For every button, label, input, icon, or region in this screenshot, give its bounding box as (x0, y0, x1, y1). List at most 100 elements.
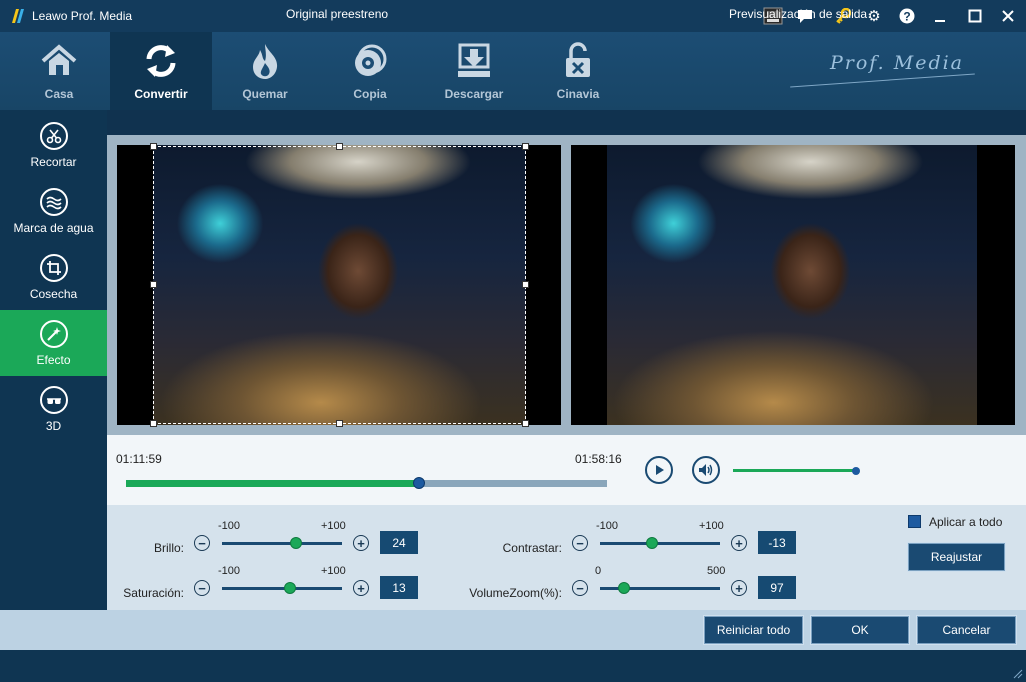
apply-to-all-label[interactable]: Aplicar a todo (929, 515, 1002, 529)
nav-casa[interactable]: Casa (8, 32, 110, 110)
volume-slider[interactable] (733, 469, 857, 472)
current-time: 01:11:59 (116, 452, 162, 466)
nav-convertir-label: Convertir (134, 87, 188, 101)
resize-grip-icon[interactable] (1013, 669, 1023, 679)
nav-convertir[interactable]: Convertir (110, 32, 212, 110)
app-logo-icon (12, 9, 24, 23)
original-preview-label: Original preestreno (286, 7, 389, 21)
brightness-label: Brillo: (153, 541, 184, 555)
apply-to-all-checkbox[interactable] (908, 515, 921, 528)
brightness-max: +100 (321, 520, 346, 532)
3d-glasses-icon (39, 385, 68, 414)
maximize-icon[interactable] (964, 6, 986, 26)
crop-handle[interactable] (150, 281, 157, 288)
nav-cinavia[interactable]: Cinavia (527, 32, 629, 110)
sidebar-item-label: Marca de agua (13, 220, 94, 235)
reset-all-button[interactable]: Reiniciar todo (704, 616, 803, 644)
watermark-icon (39, 187, 68, 216)
contrast-increase-button[interactable]: + (731, 535, 747, 551)
sidebar-item-label: Efecto (36, 352, 71, 367)
nav-descargar-label: Descargar (444, 87, 504, 101)
sidebar-item-recortar[interactable]: Recortar (0, 112, 107, 178)
home-icon (41, 44, 77, 75)
output-video-preview (571, 145, 1015, 425)
crop-selection-box[interactable] (153, 146, 526, 424)
volume-zoom-decrease-button[interactable]: − (572, 580, 588, 596)
brightness-slider[interactable] (222, 542, 342, 545)
app-title: Leawo Prof. Media (32, 9, 133, 23)
minimize-icon[interactable] (929, 6, 951, 26)
brightness-handle[interactable] (290, 537, 302, 549)
close-icon[interactable] (997, 6, 1019, 26)
output-preview-label: Previsualización de salida (729, 7, 868, 21)
sidebar-item-efecto[interactable]: Efecto (0, 310, 107, 376)
saturation-value[interactable]: 13 (380, 576, 418, 599)
sidebar-item-label: 3D (45, 418, 62, 433)
play-icon (656, 465, 664, 475)
contrast-decrease-button[interactable]: − (572, 535, 588, 551)
cancel-button[interactable]: Cancelar (917, 616, 1016, 644)
brightness-value[interactable]: 24 (380, 531, 418, 554)
nav-casa-label: Casa (44, 87, 74, 101)
sidebar-item-3d[interactable]: 3D (0, 376, 107, 442)
crop-handle[interactable] (522, 420, 529, 427)
timeline-area (107, 435, 1026, 505)
sidebar-item-cosecha[interactable]: Cosecha (0, 244, 107, 310)
saturation-handle[interactable] (284, 582, 296, 594)
reset-effect-button[interactable]: Reajustar (908, 543, 1005, 571)
saturation-min: -100 (218, 565, 241, 577)
saturation-slider[interactable] (222, 587, 342, 590)
saturation-decrease-button[interactable]: − (194, 580, 210, 596)
brightness-min: -100 (218, 520, 241, 532)
brightness-increase-button[interactable]: + (353, 535, 369, 551)
status-bar (0, 650, 1026, 682)
sidebar-item-label: Recortar (30, 154, 77, 169)
nav-copia[interactable]: Copia (319, 32, 421, 110)
contrast-slider[interactable] (600, 542, 720, 545)
nav-quemar[interactable]: Quemar (214, 32, 316, 110)
total-time: 01:58:16 (575, 452, 622, 466)
preview-header (107, 110, 1026, 135)
contrast-handle[interactable] (646, 537, 658, 549)
cinavia-unlock-icon (566, 42, 590, 77)
play-button[interactable] (645, 456, 673, 484)
contrast-value[interactable]: -13 (758, 531, 796, 554)
saturation-label: Saturación: (123, 586, 184, 600)
volume-button[interactable] (692, 456, 720, 484)
nav-descargar[interactable]: Descargar (423, 32, 525, 110)
ok-button[interactable]: OK (811, 616, 909, 644)
volume-zoom-value[interactable]: 97 (758, 576, 796, 599)
nav-copia-label: Copia (353, 87, 387, 101)
help-icon[interactable]: ? (896, 6, 918, 26)
contrast-min: -100 (596, 520, 619, 532)
saturation-max: +100 (321, 565, 346, 577)
svg-text:?: ? (903, 10, 910, 24)
copy-disc-icon (355, 44, 387, 76)
crop-handle[interactable] (150, 420, 157, 427)
seek-bar-progress (126, 480, 420, 487)
volume-handle[interactable] (852, 467, 860, 475)
crop-handle[interactable] (150, 143, 157, 150)
brand-logo: Prof. Media (830, 52, 965, 74)
contrast-max: +100 (699, 520, 724, 532)
effect-settings-panel (107, 505, 1026, 610)
effect-wand-icon (39, 319, 68, 348)
volume-zoom-min: 0 (595, 565, 602, 577)
burn-icon (253, 44, 278, 79)
volume-zoom-max: 500 (707, 565, 726, 577)
saturation-increase-button[interactable]: + (353, 580, 369, 596)
volume-zoom-handle[interactable] (618, 582, 630, 594)
output-video-frame (607, 145, 977, 425)
speaker-icon (699, 464, 713, 476)
volume-zoom-increase-button[interactable]: + (731, 580, 747, 596)
crop-handle[interactable] (336, 143, 343, 150)
crop-handle[interactable] (522, 281, 529, 288)
crop-handle[interactable] (522, 143, 529, 150)
brightness-decrease-button[interactable]: − (194, 535, 210, 551)
nav-quemar-label: Quemar (242, 87, 288, 101)
download-icon (458, 43, 490, 77)
crop-handle[interactable] (336, 420, 343, 427)
nav-cinavia-label: Cinavia (556, 87, 600, 101)
scissors-icon (39, 121, 68, 150)
sidebar-item-marca-de-agua[interactable]: Marca de agua (0, 178, 107, 244)
